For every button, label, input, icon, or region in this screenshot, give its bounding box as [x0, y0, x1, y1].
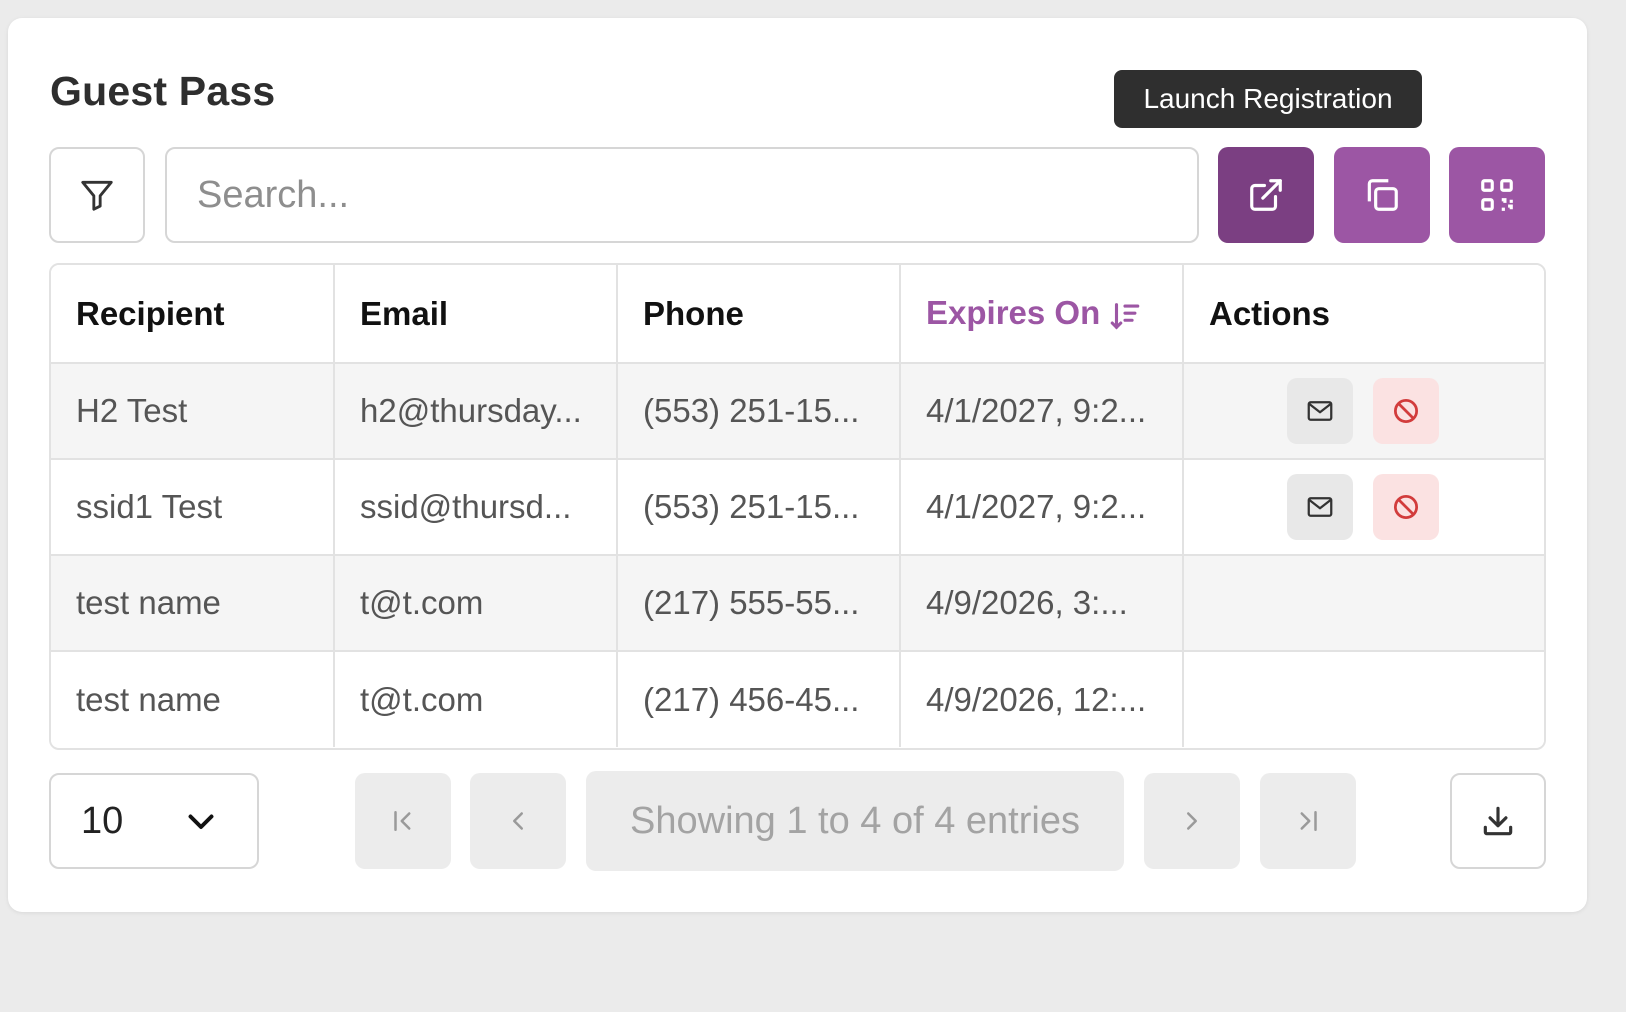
guest-pass-card: Guest Pass Launch Registration Recipient…	[8, 18, 1587, 912]
download-icon	[1483, 806, 1513, 836]
email-cell: t@t.com	[334, 555, 618, 652]
chevron-left-icon	[513, 812, 523, 830]
last-page-icon	[1300, 811, 1317, 831]
previous-page-button[interactable]	[470, 773, 566, 869]
actions-cell	[1183, 363, 1544, 460]
sort-descending-icon	[1110, 302, 1140, 330]
expires-cell: 4/1/2027, 9:2...	[900, 363, 1184, 460]
expires-cell: 4/9/2026, 3:...	[900, 555, 1184, 652]
per-page-select[interactable]: 10	[49, 773, 259, 869]
actions-cell	[1183, 555, 1544, 652]
filter-button[interactable]	[49, 147, 145, 243]
last-page-button[interactable]	[1260, 773, 1356, 869]
table-row: H2 Test h2@thursday... (553) 251-15... 4/1/…	[51, 363, 1544, 460]
chevron-down-icon	[188, 814, 214, 829]
recipient-cell: test name	[51, 555, 335, 652]
mail-icon	[1307, 497, 1333, 517]
external-link-icon	[1250, 179, 1282, 211]
column-header-actions: Actions	[1183, 265, 1544, 364]
copy-icon	[1367, 179, 1398, 211]
column-header-recipient[interactable]: Recipient	[51, 265, 335, 364]
table-row: ssid1 Test ssid@thursd... (553) 251-15... 4…	[51, 459, 1544, 556]
table-row: test name t@t.com (217) 555-55... 4/9/2026,…	[51, 555, 1544, 652]
guest-pass-table: Recipient Email Phone Expires On Actions…	[49, 263, 1546, 750]
chevron-right-icon	[1187, 812, 1197, 830]
revoke-pass-button[interactable]	[1373, 378, 1439, 444]
revoke-pass-button[interactable]	[1373, 474, 1439, 540]
launch-registration-button[interactable]	[1218, 147, 1314, 243]
phone-cell: (217) 456-45...	[617, 651, 901, 747]
column-header-expires-on[interactable]: Expires On	[900, 265, 1184, 364]
email-cell: h2@thursday...	[334, 363, 618, 460]
column-header-email[interactable]: Email	[334, 265, 618, 364]
expires-cell: 4/1/2027, 9:2...	[900, 459, 1184, 556]
email-cell: ssid@thursd...	[334, 459, 618, 556]
ban-icon	[1394, 495, 1418, 519]
email-cell: t@t.com	[334, 651, 618, 747]
page-title: Guest Pass	[50, 68, 276, 114]
mail-icon	[1307, 401, 1333, 421]
recipient-cell: ssid1 Test	[51, 459, 335, 556]
per-page-value: 10	[81, 799, 124, 842]
recipient-cell: H2 Test	[51, 363, 335, 460]
copy-link-button[interactable]	[1334, 147, 1430, 243]
column-header-phone[interactable]: Phone	[617, 265, 901, 364]
first-page-icon	[394, 811, 411, 831]
phone-cell: (217) 555-55...	[617, 555, 901, 652]
ban-icon	[1394, 399, 1418, 423]
expires-cell: 4/9/2026, 12:...	[900, 651, 1184, 747]
launch-registration-tooltip: Launch Registration	[1114, 70, 1422, 128]
next-page-button[interactable]	[1144, 773, 1240, 869]
actions-cell	[1183, 459, 1544, 556]
search-input[interactable]	[165, 147, 1199, 243]
first-page-button[interactable]	[355, 773, 451, 869]
qr-code-icon	[1481, 179, 1513, 211]
resend-email-button[interactable]	[1287, 378, 1353, 444]
download-button[interactable]	[1450, 773, 1546, 869]
phone-cell: (553) 251-15...	[617, 459, 901, 556]
phone-cell: (553) 251-15...	[617, 363, 901, 460]
actions-cell	[1183, 651, 1544, 747]
filter-icon	[81, 180, 113, 211]
pagination-info: Showing 1 to 4 of 4 entries	[586, 771, 1124, 871]
row-actions	[1209, 474, 1544, 540]
resend-email-button[interactable]	[1287, 474, 1353, 540]
row-actions	[1209, 378, 1544, 444]
qr-code-button[interactable]	[1449, 147, 1545, 243]
recipient-cell: test name	[51, 651, 335, 747]
table-row: test name t@t.com (217) 456-45... 4/9/2026,…	[51, 651, 1544, 747]
